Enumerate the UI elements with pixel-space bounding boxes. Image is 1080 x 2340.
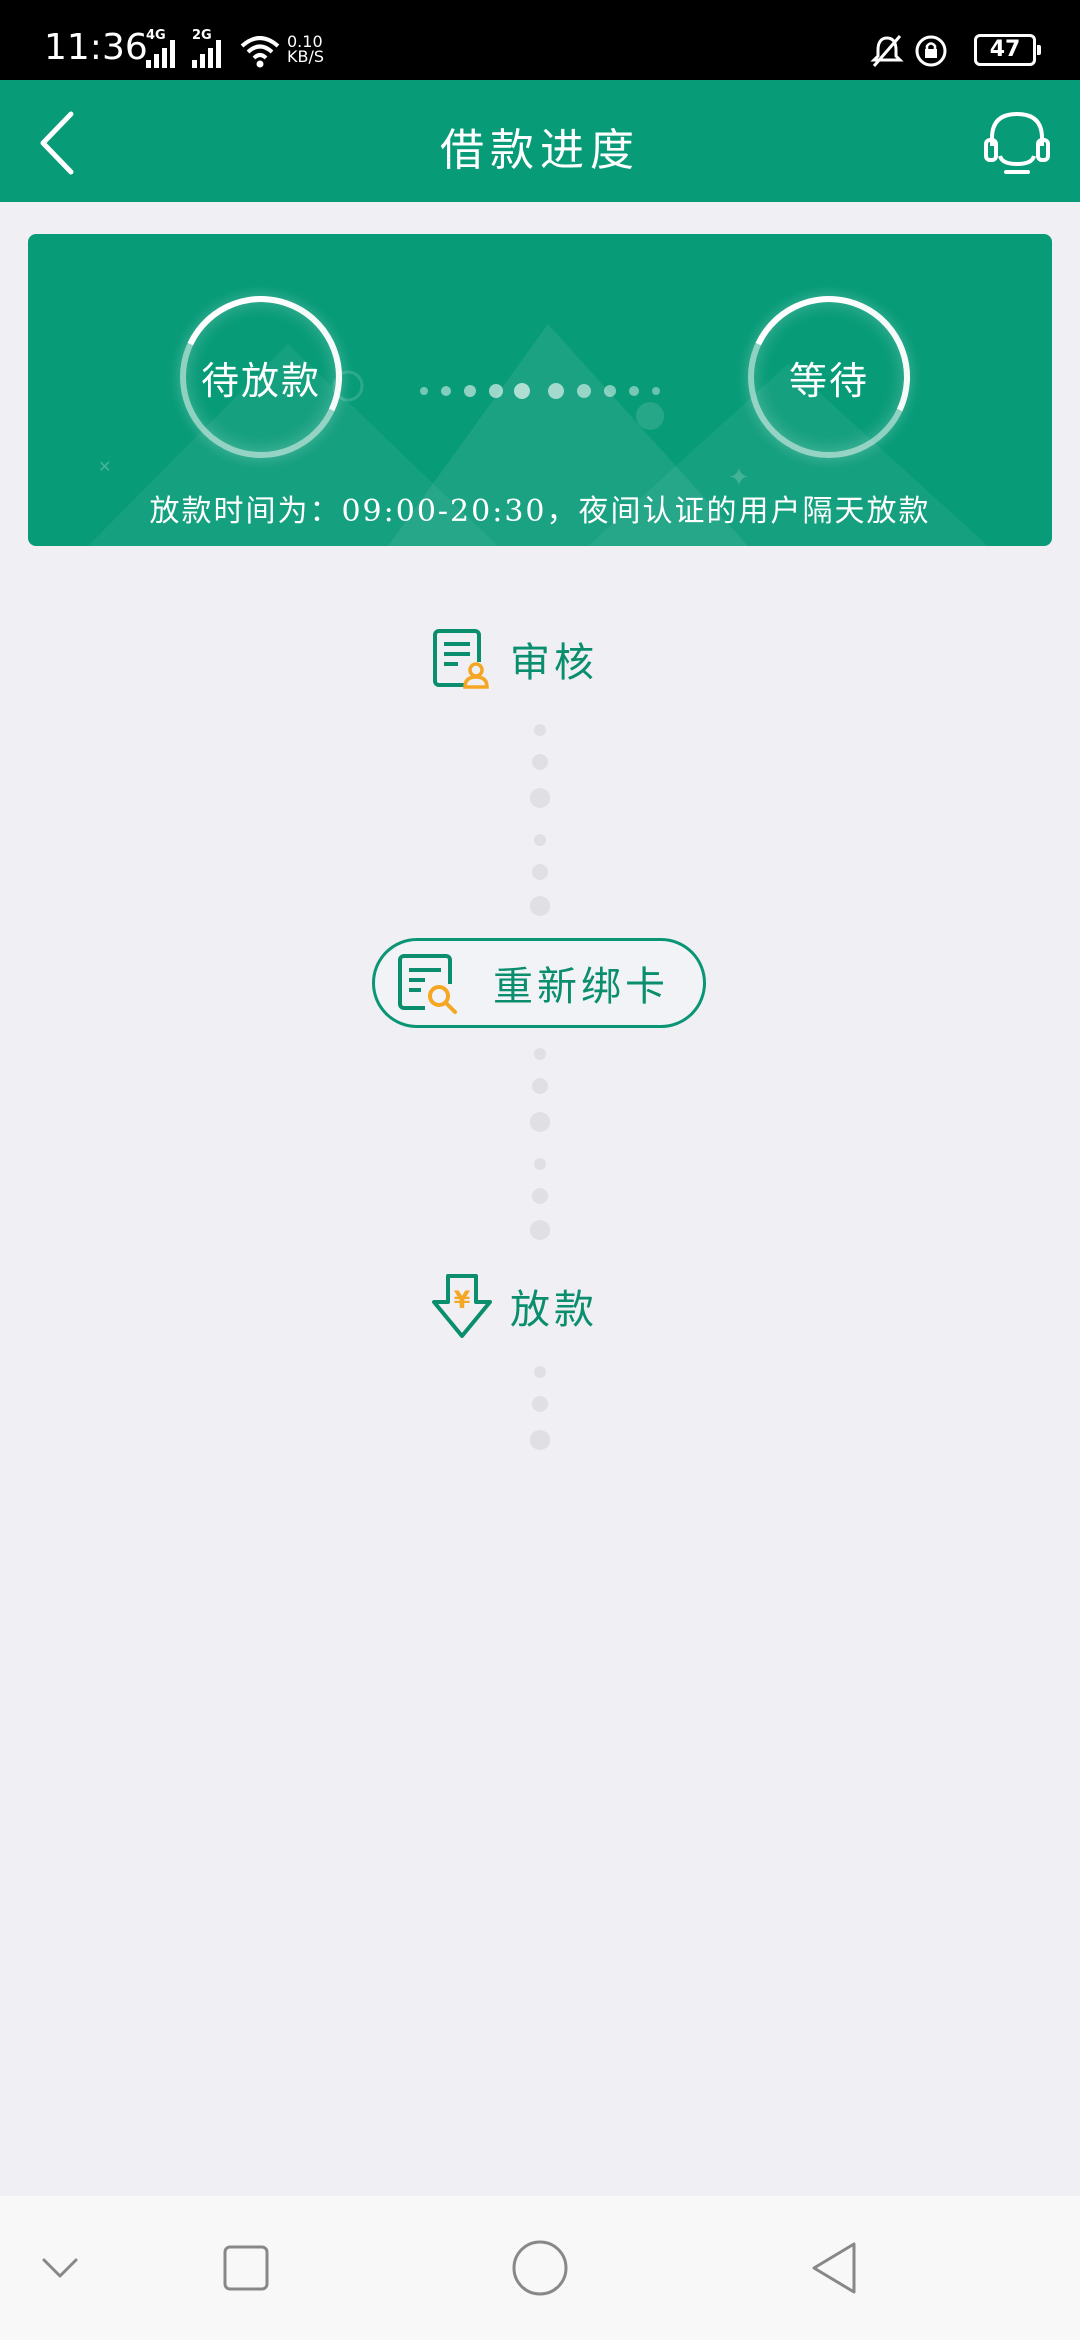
- download-yuan-icon: ¥: [432, 1274, 492, 1338]
- triangle-back-icon: [812, 2242, 856, 2294]
- document-search-icon: [398, 954, 457, 1014]
- status-ring-label: 等待: [788, 358, 869, 403]
- headset-icon: [984, 111, 1050, 174]
- progress-dots: [420, 383, 660, 399]
- svg-text:✕: ✕: [98, 457, 111, 476]
- status-bar: 11:36 4G 2G 0.10 KB/S 47: [0, 0, 1080, 80]
- step-connector: [527, 1048, 553, 1240]
- net-speed-unit: KB/S: [287, 47, 325, 66]
- chevron-down-icon: [42, 2258, 78, 2278]
- battery-indicator: 47: [974, 34, 1041, 66]
- nav-recents-button[interactable]: [210, 2232, 282, 2304]
- square-icon: [223, 2245, 269, 2291]
- loan-status-card: ✕ ✦ 待放款 等待 放款时间为：09:00-20:30，夜间认证的用户隔天放款: [28, 234, 1052, 546]
- wifi-icon: [240, 36, 280, 68]
- step-connector: [527, 724, 553, 916]
- step-connector: [527, 1366, 553, 1450]
- page-title: 借款进度: [440, 125, 640, 176]
- step-audit-label: 审核: [510, 640, 598, 686]
- step-loan-label: 放款: [510, 1287, 598, 1333]
- status-ring-label: 待放款: [200, 358, 321, 403]
- step-audit: 审核: [432, 628, 598, 690]
- system-navigation-bar: [0, 2196, 1080, 2340]
- net-speed: 0.10 KB/S: [287, 34, 325, 66]
- customer-service-button[interactable]: [980, 104, 1054, 178]
- nav-hide-button[interactable]: [24, 2232, 96, 2304]
- bell-muted-icon: [870, 35, 904, 67]
- rebind-card-button[interactable]: 重新绑卡: [372, 938, 706, 1028]
- step-loan: ¥ 放款: [430, 1272, 598, 1340]
- yuan-symbol: ¥: [454, 1286, 471, 1314]
- disbursement-time-note: 放款时间为：09:00-20:30，夜间认证的用户隔天放款: [149, 494, 931, 529]
- nav-back-button[interactable]: [798, 2232, 870, 2304]
- status-ring-waiting: 等待: [748, 296, 910, 458]
- document-user-icon: [433, 629, 489, 689]
- rebind-card-label: 重新绑卡: [493, 964, 669, 1010]
- circle-icon: [512, 2240, 568, 2296]
- status-ring-pending-loan: 待放款: [180, 296, 342, 458]
- rotation-lock-icon: [915, 35, 947, 67]
- app-header: 借款进度: [0, 80, 1080, 202]
- status-time: 11:36: [44, 27, 148, 68]
- nav-home-button[interactable]: [504, 2232, 576, 2304]
